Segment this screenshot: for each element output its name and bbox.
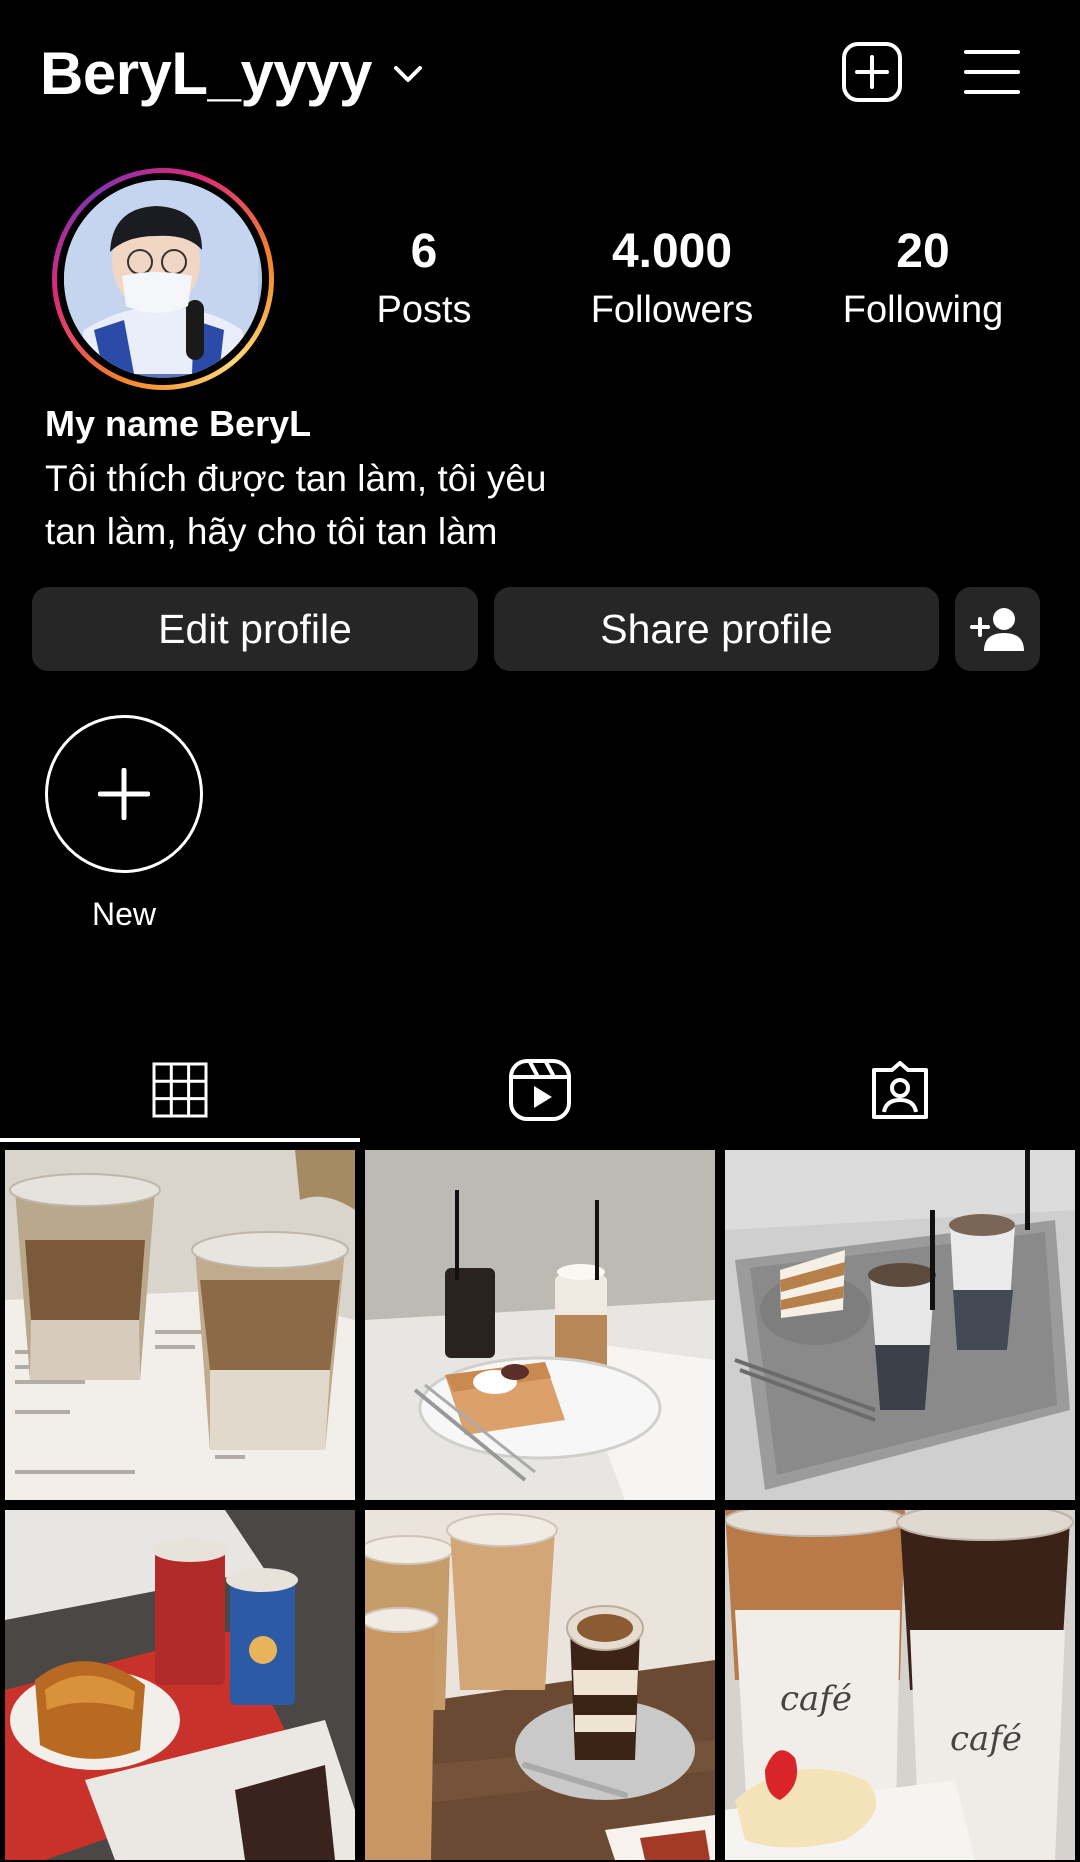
posts-count: 6 [410,225,438,278]
cup-logo-text: café [950,1719,1022,1759]
display-name: My name BeryL [45,403,312,444]
followers-label: Followers [590,289,754,331]
bio-line: Tôi thích được tan làm, tôi yêu [45,458,547,499]
post-thumbnail[interactable] [5,1150,355,1500]
avatar-image [64,180,258,374]
discover-people-button[interactable] [955,587,1040,671]
new-highlight-label: New [91,896,156,932]
post-image [365,1150,715,1500]
post-thumbnail[interactable]: café café [725,1510,1075,1860]
post-image [725,1150,1075,1500]
post-thumbnail[interactable] [725,1150,1075,1500]
bio-line: tan làm, hãy cho tôi tan làm [45,511,498,552]
profile-header: BeryL_yyyy [0,0,1080,150]
posts-label: Posts [376,289,472,331]
avatar[interactable] [52,168,274,390]
share-profile-button[interactable]: Share profile [494,587,939,671]
post-image: café café [725,1510,1075,1860]
posts-stat[interactable]: 6 Posts [352,220,496,336]
hamburger-menu-icon[interactable] [962,46,1022,98]
plus-icon [98,768,150,820]
post-image [365,1510,715,1860]
chevron-down-icon[interactable] [388,54,428,94]
followers-count: 4.000 [611,225,733,278]
username-switcher[interactable]: BeryL_yyyy [40,36,372,112]
cup-logo-text: café [780,1679,852,1719]
following-label: Following [842,289,1004,331]
post-image [5,1510,355,1860]
person-add-icon [969,608,1024,651]
grid-icon [152,1062,208,1118]
post-image [5,1150,355,1500]
tagged-icon [872,1061,928,1119]
post-thumbnail[interactable] [365,1150,715,1500]
new-highlight-button[interactable] [45,715,203,873]
reels-icon [509,1059,571,1121]
tab-tagged[interactable] [720,1040,1080,1140]
tab-grid[interactable] [0,1040,360,1140]
post-thumbnail[interactable] [365,1510,715,1860]
followers-stat[interactable]: 4.000 Followers [572,220,772,336]
following-count: 20 [896,225,950,278]
following-stat[interactable]: 20 Following [826,220,1020,336]
create-post-icon[interactable] [840,40,904,104]
tab-reels[interactable] [360,1040,720,1140]
post-thumbnail[interactable] [5,1510,355,1860]
bio: Tôi thích được tan làm, tôi yêu tan làm,… [45,452,645,558]
active-tab-indicator [0,1138,360,1142]
edit-profile-button[interactable]: Edit profile [32,587,478,671]
